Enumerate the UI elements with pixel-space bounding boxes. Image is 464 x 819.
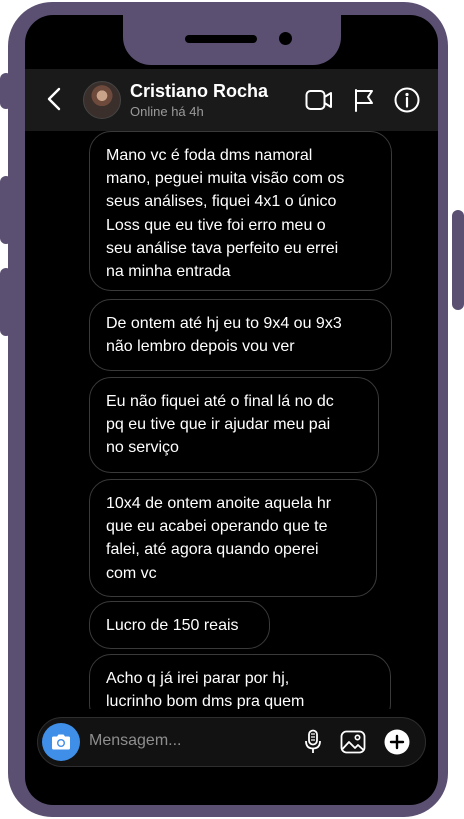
video-camera-icon[interactable] (304, 85, 334, 115)
phone-screen: Cristiano Rocha Online há 4h Mano vc é f… (25, 15, 438, 805)
message-bubble[interactable]: Mano vc é foda dms namoral mano, peguei … (89, 131, 392, 291)
plus-circle-icon[interactable] (384, 729, 410, 755)
flag-icon[interactable] (349, 85, 379, 115)
chat-header: Cristiano Rocha Online há 4h (25, 69, 438, 131)
phone-notch (123, 15, 341, 65)
info-icon[interactable] (392, 85, 422, 115)
contact-name[interactable]: Cristiano Rocha (130, 81, 268, 102)
message-bubble[interactable]: Eu não fiquei até o final lá no dc pq eu… (89, 377, 379, 473)
front-camera (279, 32, 292, 45)
message-bubble[interactable]: 10x4 de ontem anoite aquela hr que eu ac… (89, 479, 377, 597)
avatar[interactable] (83, 81, 121, 119)
chevron-left-icon[interactable] (39, 82, 69, 116)
image-icon[interactable] (340, 729, 366, 755)
camera-icon[interactable] (42, 723, 80, 761)
message-bubble[interactable]: Lucro de 150 reais (89, 601, 270, 649)
microphone-icon[interactable] (300, 729, 326, 755)
phone-power-button (452, 210, 464, 310)
message-list[interactable]: Mano vc é foda dms namoral mano, peguei … (25, 131, 438, 709)
message-composer: Mensagem... (37, 717, 426, 767)
contact-status: Online há 4h (130, 104, 204, 119)
speaker-grille (185, 35, 257, 43)
phone-volume-down-button (0, 268, 12, 336)
phone-volume-up-button (0, 176, 12, 244)
message-bubble[interactable]: De ontem até hj eu to 9x4 ou 9x3 não lem… (89, 299, 392, 371)
message-bubble[interactable]: Acho q já irei parar por hj, lucrinho bo… (89, 654, 391, 709)
message-input[interactable]: Mensagem... (89, 732, 181, 750)
phone-side-button (0, 73, 12, 109)
